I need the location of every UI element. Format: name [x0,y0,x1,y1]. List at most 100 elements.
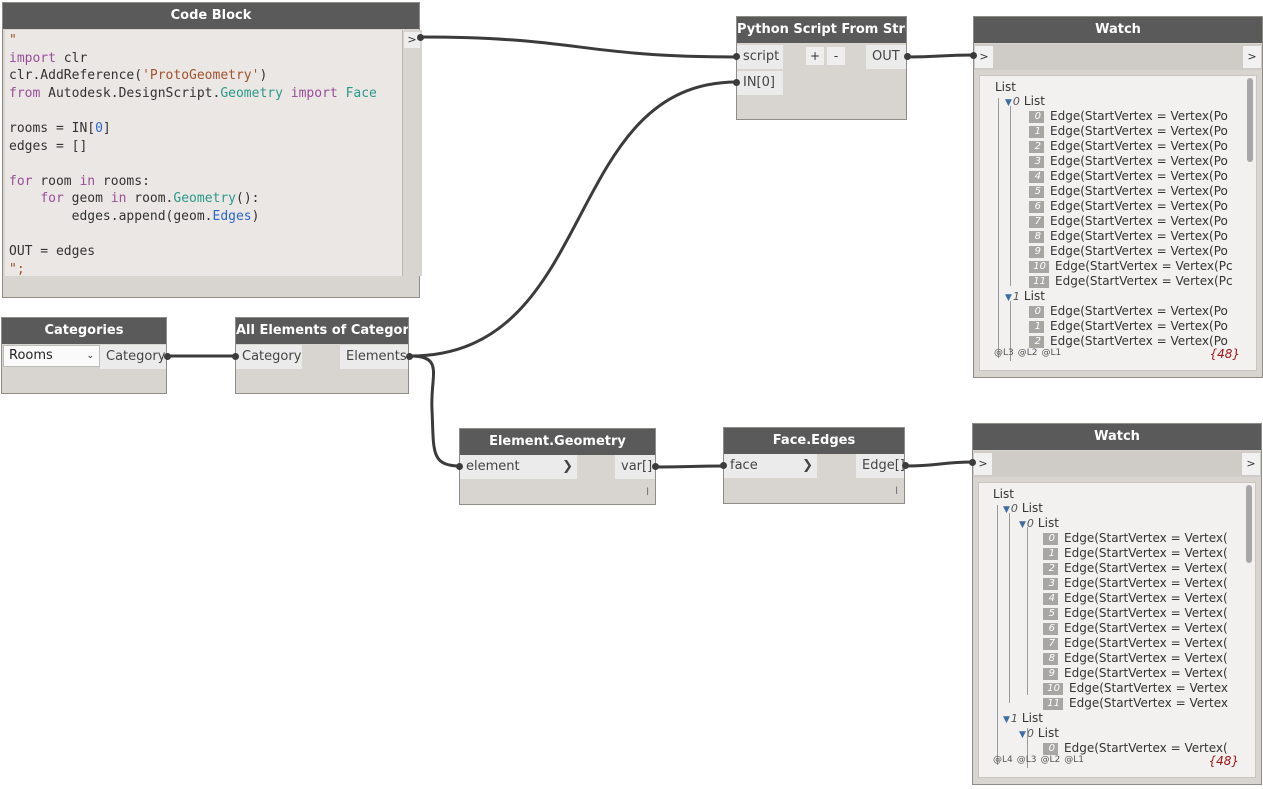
expand-triangle-icon[interactable]: ▼ [1019,730,1026,740]
script-input-port[interactable]: script [737,45,783,69]
categories-node[interactable]: Categories Rooms ⌄ Category [1,317,167,394]
watch-2-output-port[interactable]: > [1242,453,1260,475]
item-index: 0 [1029,111,1044,123]
item-index: 4 [1029,171,1044,183]
level-toggle[interactable]: @L4 [993,755,1013,765]
tree-item[interactable]: 10 Edge(StartVertex = Vertex [1043,681,1228,696]
tree-item[interactable]: 8 Edge(StartVertex = Vertex(Po [1029,229,1228,244]
in0-input-dot[interactable] [733,79,740,86]
watch-1-output-port[interactable]: > [1243,46,1261,68]
code-block-node[interactable]: Code Block " import clr clr.AddReference('… [2,2,422,298]
tree-item[interactable]: 4 Edge(StartVertex = Vertex( [1043,591,1228,606]
watch-node-1[interactable]: Watch > > List ▼0 List 0 Edge(StartVertex = … [973,16,1263,378]
tree-item[interactable]: 7 Edge(StartVertex = Vertex(Po [1029,214,1228,229]
category-output-port[interactable]: Category [100,345,166,369]
tree-item[interactable]: 11 Edge(StartVertex = Vertex(Pc [1029,274,1233,289]
tree-item[interactable]: 6 Edge(StartVertex = Vertex(Po [1029,199,1228,214]
var-output-port[interactable]: var[] [615,455,655,479]
element-input-dot[interactable] [456,463,463,470]
tree-item[interactable]: 2 Edge(StartVertex = Vertex( [1043,561,1228,576]
remove-input-button[interactable]: - [827,47,845,65]
categories-output-dot[interactable] [164,353,171,360]
script-input-dot[interactable] [733,53,740,60]
wire-var-to-face[interactable] [654,464,725,469]
add-input-button[interactable]: + [806,47,824,65]
wire-edges-to-watch2[interactable] [904,460,975,468]
wire-out-to-watch1[interactable] [906,53,975,59]
expand-triangle-icon[interactable]: ▼ [1019,520,1026,530]
watch-2-tree-panel[interactable]: List ▼0 List ▼0 List 0 Edge(StartVertex = Vert… [978,482,1256,778]
tree-list-node[interactable]: ▼0 List [1019,516,1059,531]
tree-item[interactable]: 5 Edge(StartVertex = Vertex( [1043,606,1228,621]
out-output-dot[interactable] [904,53,911,60]
edge-output-dot[interactable] [902,462,909,469]
level-toggle[interactable]: @L1 [1064,755,1084,765]
watch-2-scrollbar[interactable] [1246,485,1252,563]
watch-1-levels[interactable]: @L3 @L2 @L1 [994,348,1065,358]
all-elements-input-dot[interactable] [232,353,239,360]
item-index: 7 [1029,216,1044,228]
tree-item[interactable]: 0 Edge(StartVertex = Vertex(Po [1029,109,1228,124]
code-editor[interactable]: " import clr clr.AddReference('ProtoGeomet… [5,30,402,276]
in0-input-port[interactable]: IN[0] [737,71,783,95]
tree-item[interactable]: 2 Edge(StartVertex = Vertex(Po [1029,139,1228,154]
tree-item[interactable]: 11 Edge(StartVertex = Vertex [1043,696,1228,711]
tree-item[interactable]: 1 Edge(StartVertex = Vertex(Po [1029,124,1228,139]
watch-node-2[interactable]: Watch > > List ▼0 List ▼0 List 0 Edge(StartVer… [972,423,1262,785]
watch-1-input-port[interactable]: > [975,46,993,68]
tree-item[interactable]: 5 Edge(StartVertex = Vertex(Po [1029,184,1228,199]
tree-item[interactable]: 8 Edge(StartVertex = Vertex( [1043,651,1228,666]
var-output-dot[interactable] [652,463,659,470]
tree-item[interactable]: 1 Edge(StartVertex = Vertex( [1043,546,1228,561]
watch-2-tree: List ▼0 List ▼0 List 0 Edge(StartVertex = Vert… [979,483,1243,777]
edge-output-port[interactable]: Edge[] [856,454,905,478]
tree-item[interactable]: 3 Edge(StartVertex = Vertex(Po [1029,154,1228,169]
watch-2-levels[interactable]: @L4 @L3 @L2 @L1 [993,755,1088,765]
tree-item[interactable]: 1 Edge(StartVertex = Vertex(Po [1029,319,1228,334]
expand-triangle-icon[interactable]: ▼ [1003,715,1010,725]
tree-item[interactable]: 10 Edge(StartVertex = Vertex(Pc [1029,259,1233,274]
tree-list-node[interactable]: ▼1 List [1003,711,1043,726]
tree-item[interactable]: 9 Edge(StartVertex = Vertex( [1043,666,1228,681]
tree-item[interactable]: 0 Edge(StartVertex = Vertex( [1043,531,1228,546]
watch-2-input-port[interactable]: > [974,453,992,475]
watch-1-scrollbar[interactable] [1247,78,1253,162]
level-toggle[interactable]: @L1 [1042,348,1062,358]
level-toggle[interactable]: @L3 [1017,755,1037,765]
tree-item[interactable]: 7 Edge(StartVertex = Vertex( [1043,636,1228,651]
level-toggle[interactable]: @L2 [1018,348,1038,358]
tree-list-node[interactable]: ▼0 List [1019,726,1059,741]
tree-item[interactable]: 0 Edge(StartVertex = Vertex(Po [1029,304,1228,319]
face-edges-node[interactable]: Face.Edges face ❯ Edge[] l [723,427,905,504]
level-toggle[interactable]: @L2 [1041,755,1061,765]
tree-item[interactable]: 6 Edge(StartVertex = Vertex( [1043,621,1228,636]
tree-item[interactable]: 4 Edge(StartVertex = Vertex(Po [1029,169,1228,184]
out-output-port[interactable]: OUT [866,45,906,69]
tree-item[interactable]: 9 Edge(StartVertex = Vertex(Po [1029,244,1228,259]
wire-elements-to-element[interactable] [409,354,461,468]
face-input-dot[interactable] [720,462,727,469]
elements-output-port[interactable]: Elements [340,345,408,369]
element-geometry-node[interactable]: Element.Geometry element ❯ var[] l [459,428,656,505]
all-elements-output-dot[interactable] [406,353,413,360]
python-script-node[interactable]: Python Script From String script IN[0] +… [736,16,907,120]
category-dropdown[interactable]: Rooms ⌄ [3,345,100,367]
category-input-port[interactable]: Category [236,345,302,369]
all-elements-node[interactable]: All Elements of Category Category Elemen… [235,317,409,394]
face-edges-title: Face.Edges [724,428,904,454]
wire-codeblock-to-script[interactable] [419,35,738,59]
element-input-port[interactable]: element ❯ [460,455,577,479]
tree-item[interactable]: 3 Edge(StartVertex = Vertex( [1043,576,1228,591]
level-toggle[interactable]: @L3 [994,348,1014,358]
item-index: 6 [1043,623,1058,635]
face-input-port[interactable]: face ❯ [724,454,817,478]
wire-elements-to-in0[interactable] [409,80,738,358]
watch-1-input-dot[interactable] [970,52,977,59]
code-block-output-dot[interactable] [417,34,424,41]
watch-2-input-dot[interactable] [969,459,976,466]
lacing-indicator[interactable]: l [646,487,649,498]
watch-1-tree-panel[interactable]: List ▼0 List 0 Edge(StartVertex = Vertex(Po 1… [979,75,1257,371]
item-index: 5 [1043,608,1058,620]
lacing-indicator[interactable]: l [895,486,898,497]
